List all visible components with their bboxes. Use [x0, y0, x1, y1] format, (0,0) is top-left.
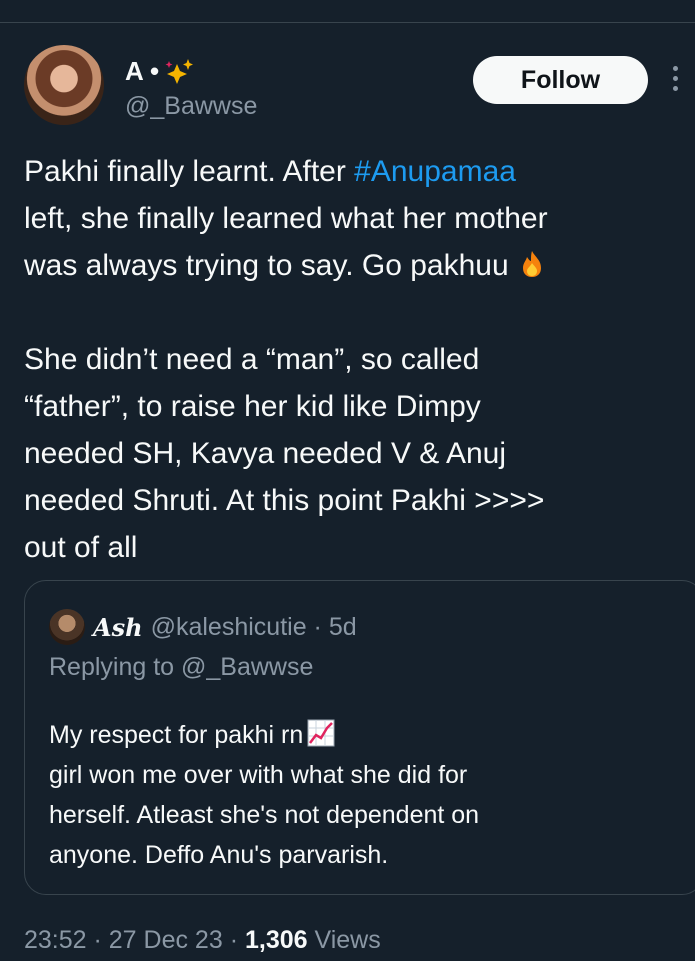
more-options-icon[interactable]	[670, 66, 680, 94]
tweet-line: left, she finally learned what her mothe…	[24, 202, 548, 235]
quote-avatar	[49, 609, 85, 645]
tweet-line: “father”, to raise her kid like Dimpy	[24, 390, 481, 423]
tweet-line: out of all	[24, 531, 138, 564]
quote-author-name: Ash	[93, 612, 143, 642]
tweet-text: Pakhi finally learnt. After #Anupamaa le…	[24, 148, 684, 571]
views-label: Views	[307, 926, 381, 954]
quote-header: Ash @kaleshicutie · 5d	[49, 609, 357, 645]
author-name-row[interactable]: A •	[125, 56, 195, 87]
chart-increasing-icon	[307, 719, 335, 747]
top-divider	[0, 22, 695, 23]
hashtag-link[interactable]: #Anupamaa	[354, 155, 516, 188]
quote-line: herself. Atleast she's not dependent on	[49, 801, 480, 829]
tweet-line: She didn’t need a “man”, so called	[24, 343, 480, 376]
replying-to: Replying to @_Bawwse	[49, 653, 314, 681]
quote-text: My respect for pakhi rn girl won me over…	[49, 715, 669, 875]
sparkles-icon	[165, 58, 194, 84]
tweet-timestamp[interactable]: 23:52 · 27 Dec 23 ·	[24, 926, 245, 954]
quote-tweet-card[interactable]: Ash @kaleshicutie · 5d Replying to @_Baw…	[24, 580, 695, 895]
follow-button[interactable]: Follow	[473, 56, 648, 104]
author-avatar[interactable]	[24, 45, 104, 125]
author-display-name[interactable]: A •	[125, 56, 159, 87]
quote-line: girl won me over with what she did for	[49, 761, 468, 789]
fire-icon	[523, 251, 542, 277]
views-count: 1,306	[244, 926, 308, 954]
quote-line: anyone. Deffo Anu's parvarish.	[49, 841, 389, 869]
quote-handle-time: @kaleshicutie · 5d	[150, 612, 357, 641]
tweet-line: Pakhi finally learnt. After #Anupamaa	[24, 155, 516, 188]
tweet-line: was always trying to say. Go pakhuu	[24, 242, 684, 289]
tweet-line: needed SH, Kavya needed V & Anuj	[24, 437, 507, 470]
tweet-line: needed Shruti. At this point Pakhi >>>>	[24, 484, 545, 517]
author-handle[interactable]: @_Bawwse	[125, 92, 257, 121]
tweet-meta: 23:52 · 27 Dec 23 · 1,306 Views	[24, 926, 381, 955]
quote-line: My respect for pakhi rn	[49, 715, 669, 755]
